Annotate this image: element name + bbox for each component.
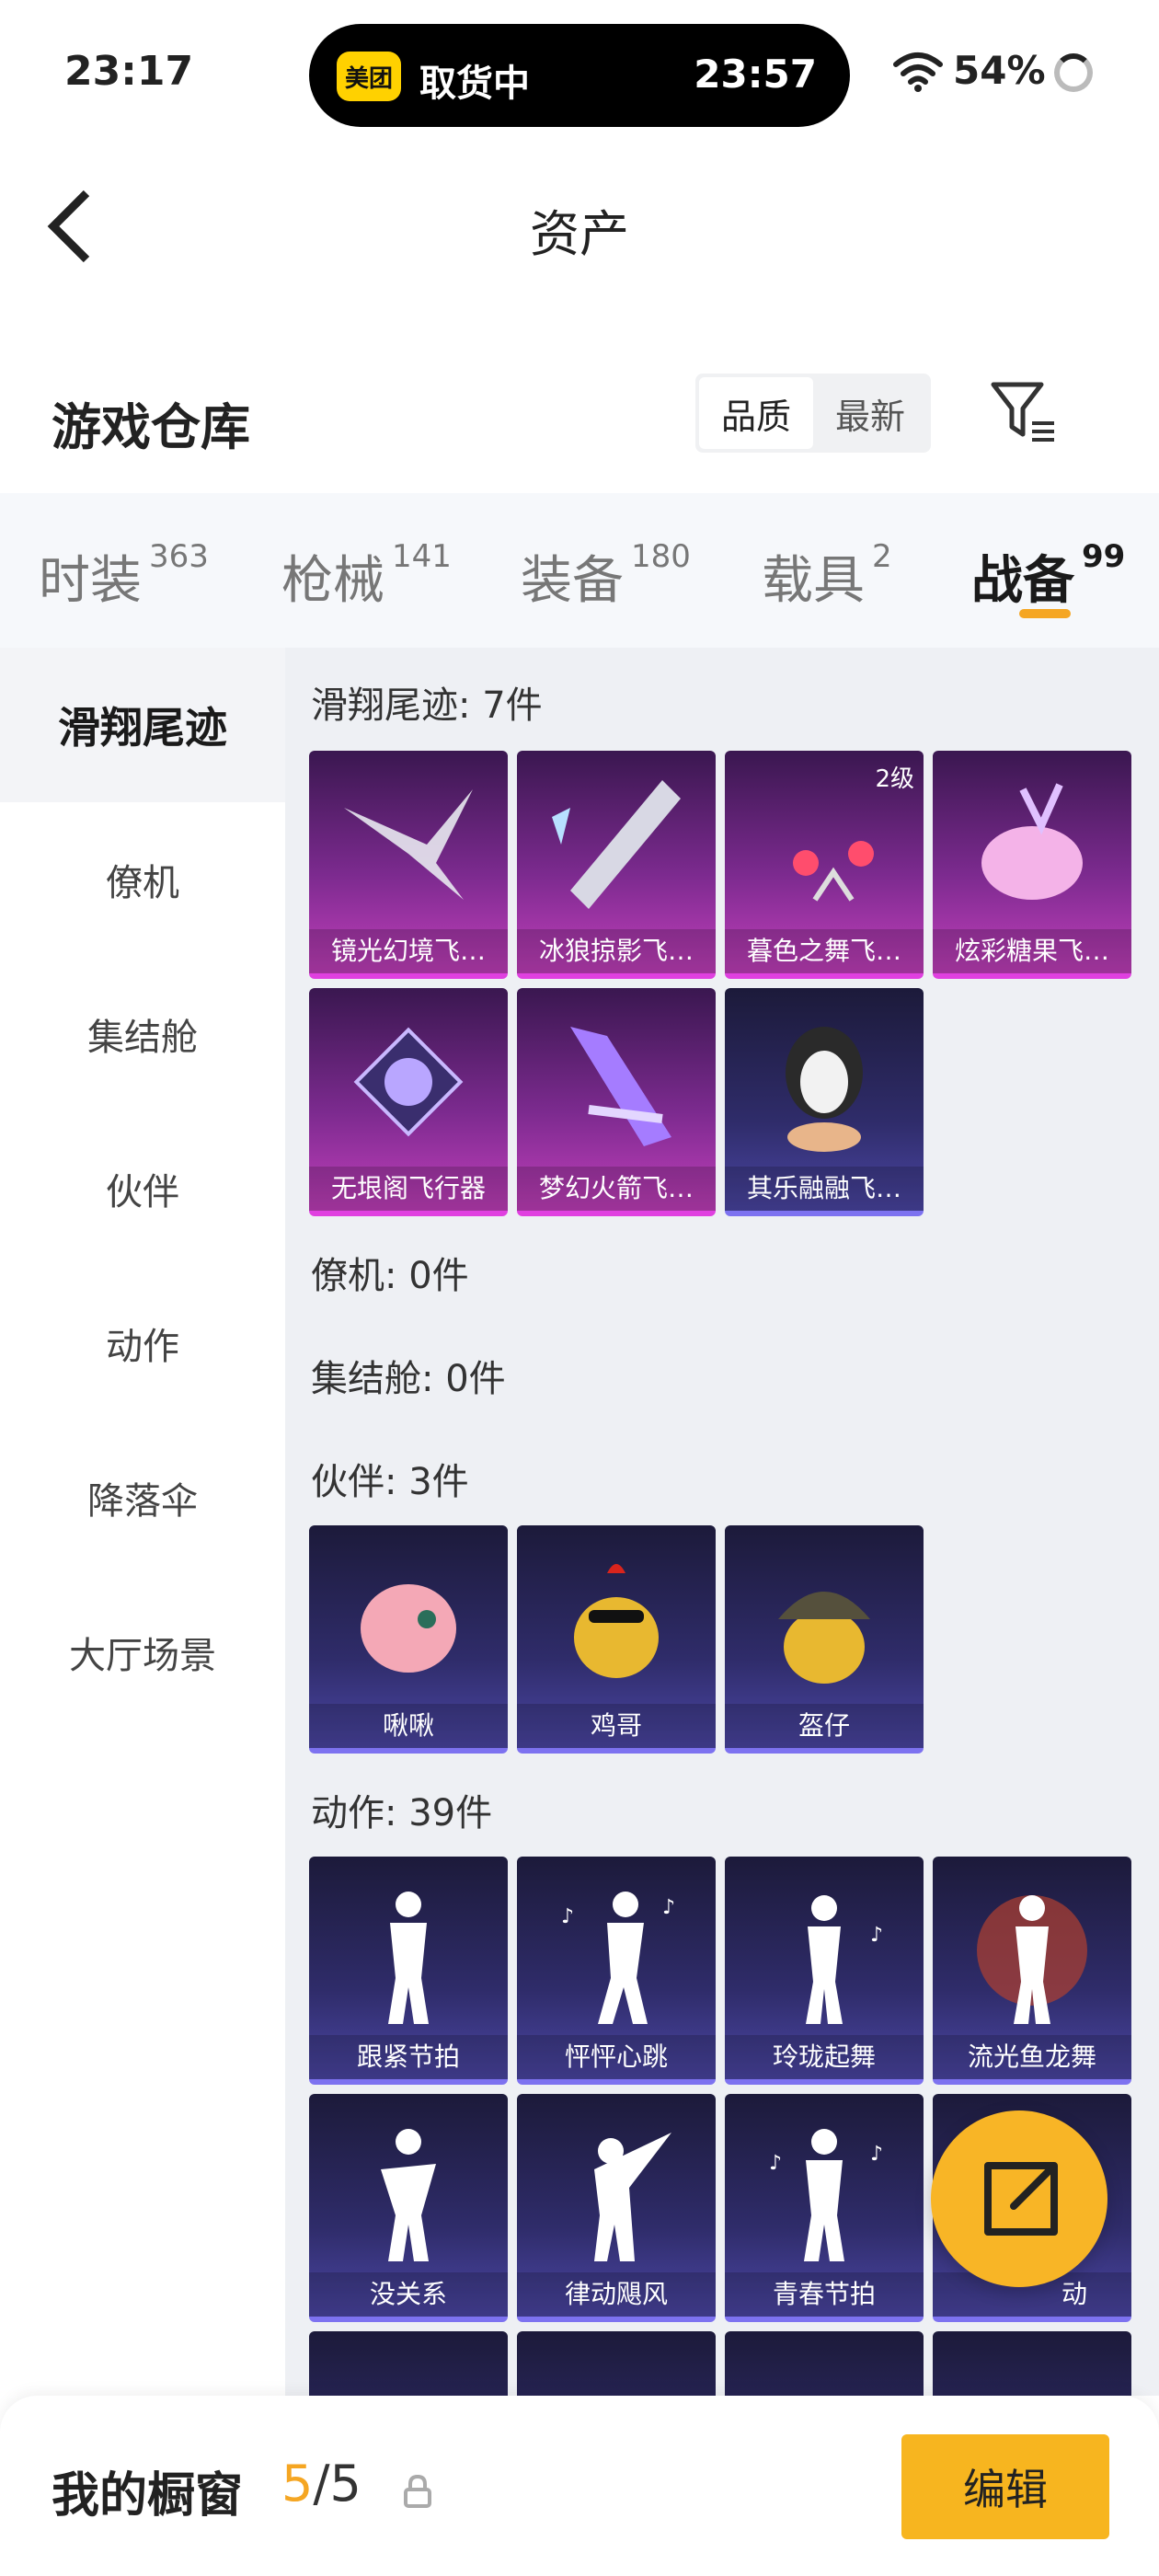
- battery-ring-icon: [1054, 53, 1093, 92]
- item-card[interactable]: 鸡哥: [517, 1525, 716, 1754]
- section-header-glide-trail: 滑翔尾迹: 7件: [311, 684, 543, 727]
- sidebar-item-emote[interactable]: 动作: [0, 1266, 285, 1420]
- sort-newest-button[interactable]: 最新: [813, 377, 927, 449]
- dancer-silhouette-icon: ♪: [806, 1895, 883, 2024]
- item-card[interactable]: 其乐融融飞…: [725, 988, 924, 1216]
- item-card[interactable]: 2级 暮色之舞飞…: [725, 751, 924, 979]
- warehouse-title: 游戏仓库: [52, 398, 250, 456]
- sidebar-item-wingman[interactable]: 僚机: [0, 802, 285, 957]
- sort-toggle: 品质 最新: [695, 374, 931, 453]
- subcategory-sidebar: 滑翔尾迹 僚机 集结舱 伙伴 动作 降落伞 大厅场景: [0, 648, 285, 2396]
- item-card[interactable]: 啾啾: [309, 1525, 508, 1754]
- item-card[interactable]: 无垠阁飞行器: [309, 988, 508, 1216]
- chicken-icon: [574, 1564, 659, 1678]
- status-bar: 23:17 美团 取货中 23:57 54%: [0, 0, 1159, 147]
- active-tab-indicator: [1019, 609, 1071, 618]
- category-tabs: 时装 363 枪械 141 装备 180 载具 2 战备 99: [0, 493, 1159, 648]
- item-card[interactable]: 梦幻火箭飞…: [517, 988, 716, 1216]
- item-card[interactable]: 跟紧节拍: [309, 1857, 508, 2085]
- svg-text:♪: ♪: [662, 1896, 675, 1919]
- item-card[interactable]: [309, 2331, 508, 2396]
- sidebar-item-pod[interactable]: 集结舱: [0, 957, 285, 1111]
- glide-trail-rocket-icon: [570, 1027, 671, 1146]
- item-card[interactable]: ♪ ♪ 青春节拍: [725, 2094, 924, 2322]
- pink-bird-icon: [361, 1584, 456, 1673]
- glide-trail-dusk-icon: [793, 841, 874, 902]
- filter-icon[interactable]: [988, 377, 1061, 447]
- share-button[interactable]: [931, 2110, 1107, 2287]
- dancer-silhouette-icon: ♪ ♪: [769, 2129, 883, 2261]
- sidebar-item-parachute[interactable]: 降落伞: [0, 1420, 285, 1575]
- showcase-bar: 我的橱窗 5/5 编辑: [0, 2396, 1159, 2576]
- penguin-icon: [786, 1027, 863, 1152]
- battery-percent: 54%: [953, 48, 1046, 93]
- tab-combat-prep[interactable]: 战备 99: [971, 538, 1125, 614]
- live-activity-pill[interactable]: 美团 取货中 23:57: [309, 24, 850, 127]
- section-header-wingman: 僚机: 0件: [311, 1255, 469, 1297]
- dancer-silhouette-icon: ♪ ♪: [561, 1892, 675, 2024]
- showcase-count: 5/5: [281, 2455, 361, 2513]
- item-card[interactable]: [517, 2331, 716, 2396]
- lock-icon: [404, 2475, 431, 2508]
- item-card[interactable]: 冰狼掠影飞…: [517, 751, 716, 979]
- tab-fashion[interactable]: 时装 363: [39, 538, 209, 614]
- tab-vehicles[interactable]: 载具 2: [762, 538, 892, 614]
- sort-quality-button[interactable]: 品质: [699, 377, 813, 449]
- svg-text:♪: ♪: [870, 1924, 883, 1947]
- item-card[interactable]: ♪ 玲珑起舞: [725, 1857, 924, 2085]
- dancer-silhouette-icon: [381, 2129, 436, 2261]
- item-card[interactable]: 流光鱼龙舞: [933, 1857, 1131, 2085]
- item-card[interactable]: ♪ ♪ 怦怦心跳: [517, 1857, 716, 2085]
- section-header-pod: 集结舱: 0件: [311, 1358, 506, 1400]
- item-card[interactable]: [933, 2331, 1131, 2396]
- edit-button[interactable]: 编辑: [901, 2434, 1109, 2539]
- page-title: 资产: [530, 205, 629, 263]
- item-card[interactable]: 镜光幻境飞…: [309, 751, 508, 979]
- meituan-logo: 美团: [337, 52, 401, 101]
- item-card[interactable]: 炫彩糖果飞…: [933, 751, 1131, 979]
- svg-text:♪: ♪: [870, 2143, 883, 2166]
- showcase-title: 我的橱窗: [52, 2468, 244, 2524]
- section-header-emote: 动作: 39件: [311, 1792, 493, 1834]
- tab-firearms[interactable]: 枪械 141: [281, 538, 452, 614]
- helmet-chick-icon: [778, 1592, 870, 1684]
- sidebar-item-lobby-scene[interactable]: 大厅场景: [0, 1575, 285, 1730]
- glide-trail-ice-icon: [552, 780, 681, 909]
- sidebar-item-partner[interactable]: 伙伴: [0, 1111, 285, 1266]
- glide-trail-candy-icon: [981, 783, 1083, 900]
- svg-text:♪: ♪: [769, 2152, 782, 2175]
- delivery-eta: 23:57: [694, 52, 817, 97]
- item-card[interactable]: [725, 2331, 924, 2396]
- tab-equipment[interactable]: 装备 180: [521, 538, 691, 614]
- item-card[interactable]: 盔仔: [725, 1525, 924, 1754]
- section-header-partner: 伙伴: 3件: [311, 1461, 469, 1503]
- glide-trail-craft-icon: [353, 1027, 464, 1137]
- svg-text:♪: ♪: [561, 1905, 574, 1928]
- item-card[interactable]: 律动飓风: [517, 2094, 716, 2322]
- dancer-silhouette-icon: [594, 2133, 671, 2261]
- item-card[interactable]: 没关系: [309, 2094, 508, 2322]
- share-icon: [984, 2162, 1058, 2236]
- delivery-status-text: 取货中: [419, 63, 530, 105]
- dancer-flame-icon: [977, 1895, 1087, 2024]
- dancer-silhouette-icon: [388, 1892, 429, 2024]
- wifi-icon: [893, 52, 943, 92]
- sidebar-item-glide-trail[interactable]: 滑翔尾迹: [0, 648, 285, 802]
- status-time: 23:17: [64, 48, 194, 95]
- glide-trail-wings-icon: [344, 789, 473, 900]
